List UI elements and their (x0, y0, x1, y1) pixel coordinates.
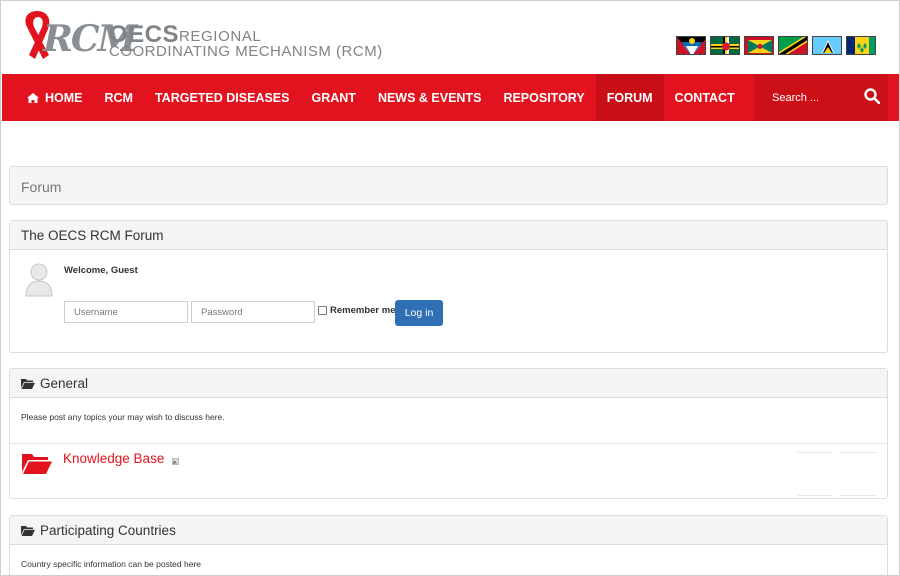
nav-label-targeted-diseases: TARGETED DISEASES (154, 90, 290, 105)
site-logo[interactable]: RCM OECS REGIONAL COORDINATING MECHANISM… (17, 7, 382, 65)
divider (798, 495, 831, 496)
member-flags (676, 36, 876, 55)
nav-label-contact: CONTACT (674, 90, 735, 105)
search-icon[interactable] (864, 88, 881, 109)
section-countries-description: Country specific information can be post… (21, 559, 202, 569)
section-countries-header[interactable]: Participating Countries (10, 516, 887, 545)
nav-item-rcm[interactable]: RCM (94, 74, 144, 121)
divider (840, 452, 876, 453)
divider (840, 495, 876, 496)
list-item: Knowledge Base (10, 443, 887, 499)
antigua-barbuda-flag-icon (676, 36, 706, 55)
st-vincent-flag-icon (846, 36, 876, 55)
login-panel: The OECS RCM Forum Welcome, Guest Rememb… (9, 220, 888, 353)
nav-item-news-events[interactable]: NEWS & EVENTS (367, 74, 493, 121)
section-general-header[interactable]: General (10, 369, 887, 398)
nav-item-forum[interactable]: FORUM (595, 74, 664, 121)
section-participating-countries: Participating Countries Country specific… (9, 515, 888, 575)
nav-label-rcm: RCM (104, 90, 133, 105)
breadcrumb: Forum (9, 166, 888, 205)
nav-label-grant: GRANT (311, 90, 356, 105)
avatar (24, 261, 54, 302)
nav-label-forum: FORUM (606, 90, 653, 105)
login-panel-header: The OECS RCM Forum (10, 221, 887, 250)
nav-item-targeted-diseases[interactable]: TARGETED DISEASES (144, 74, 301, 121)
remember-me-label: Remember me (330, 305, 396, 316)
logo-coordinating-text: COORDINATING MECHANISM (RCM) (109, 43, 383, 60)
section-general-description: Please post any topics your may wish to … (21, 412, 225, 422)
main-navigation: HOME RCM TARGETED DISEASES GRANT NEWS & … (2, 74, 899, 121)
divider (798, 452, 831, 453)
username-field[interactable] (64, 301, 188, 323)
section-countries-title: Participating Countries (40, 522, 176, 538)
nav-search (754, 74, 888, 121)
st-lucia-flag-icon (812, 36, 842, 55)
nav-item-contact[interactable]: CONTACT (664, 74, 746, 121)
nav-label-news-events: NEWS & EVENTS (377, 90, 482, 105)
nav-item-home[interactable]: HOME (16, 74, 94, 121)
welcome-text: Welcome, Guest (64, 265, 138, 276)
breadcrumb-forum[interactable]: Forum (21, 179, 61, 195)
nav-label-repository: REPOSITORY (503, 90, 585, 105)
login-panel-title: The OECS RCM Forum (21, 227, 164, 243)
section-general: General Please post any topics your may … (9, 368, 888, 499)
dominica-flag-icon (710, 36, 740, 55)
folder-open-icon (21, 525, 35, 536)
grenada-flag-icon (744, 36, 774, 55)
browser-page: RCM OECS REGIONAL COORDINATING MECHANISM… (0, 0, 900, 576)
category-knowledge-base-link[interactable]: Knowledge Base (63, 451, 164, 466)
remember-me[interactable]: Remember me (318, 305, 395, 316)
section-general-title: General (40, 375, 89, 391)
category-folder-icon (22, 452, 52, 479)
st-kitts-nevis-flag-icon (778, 36, 808, 55)
nav-item-repository[interactable]: REPOSITORY (492, 74, 595, 121)
search-input[interactable] (772, 91, 852, 104)
nav-item-grant[interactable]: GRANT (300, 74, 366, 121)
remember-me-checkbox[interactable] (318, 306, 327, 315)
folder-open-icon (21, 378, 35, 389)
login-button[interactable]: Log in (395, 300, 443, 326)
home-icon (27, 92, 39, 103)
password-field[interactable] (191, 301, 315, 323)
site-header: RCM OECS REGIONAL COORDINATING MECHANISM… (1, 1, 899, 74)
nav-label-home: HOME (45, 90, 83, 105)
rss-icon[interactable] (171, 452, 180, 470)
